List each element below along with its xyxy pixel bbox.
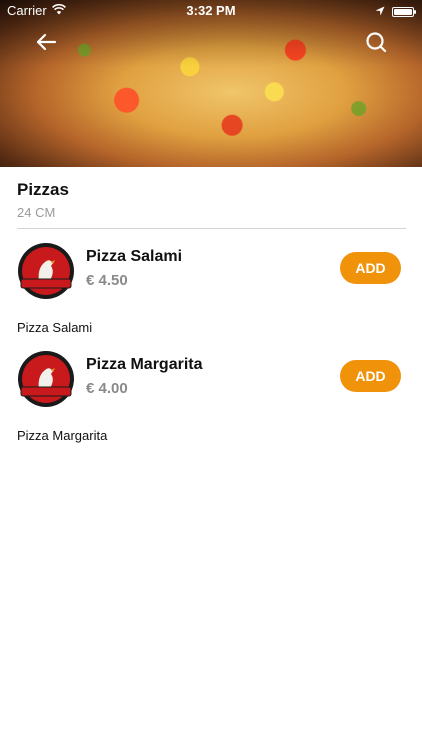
restaurant-logo [17,242,75,300]
back-button[interactable] [30,28,62,60]
hero-image [0,0,422,167]
location-arrow-icon [375,4,385,19]
status-right [375,4,416,19]
battery-icon [392,6,416,17]
item-description: Pizza Margarita [17,428,108,443]
status-bar: Carrier 3:32 PM [0,0,422,22]
hero-shade [0,0,422,167]
item-description: Pizza Salami [17,320,93,335]
section-title: Pizzas [17,180,69,199]
item-name: Pizza Margarita [86,356,203,373]
search-button[interactable] [360,28,392,60]
restaurant-logo [17,350,75,408]
item-name: Pizza Salami [86,248,183,265]
item-price: € 4.00 [86,380,128,397]
status-time: 3:32 PM [186,3,236,18]
search-icon [365,31,387,58]
item-price: € 4.50 [86,272,128,289]
arrow-left-icon [35,31,57,58]
add-button[interactable]: ADD [340,360,401,392]
list-item[interactable]: Pizza Salami € 4.50 ADD Pizza Salami [0,242,422,342]
divider [17,228,406,229]
list-item[interactable]: Pizza Margarita € 4.00 ADD Pizza Margari… [0,350,422,450]
add-button[interactable]: ADD [340,252,401,284]
section-subtitle: 24 CM [17,205,56,220]
